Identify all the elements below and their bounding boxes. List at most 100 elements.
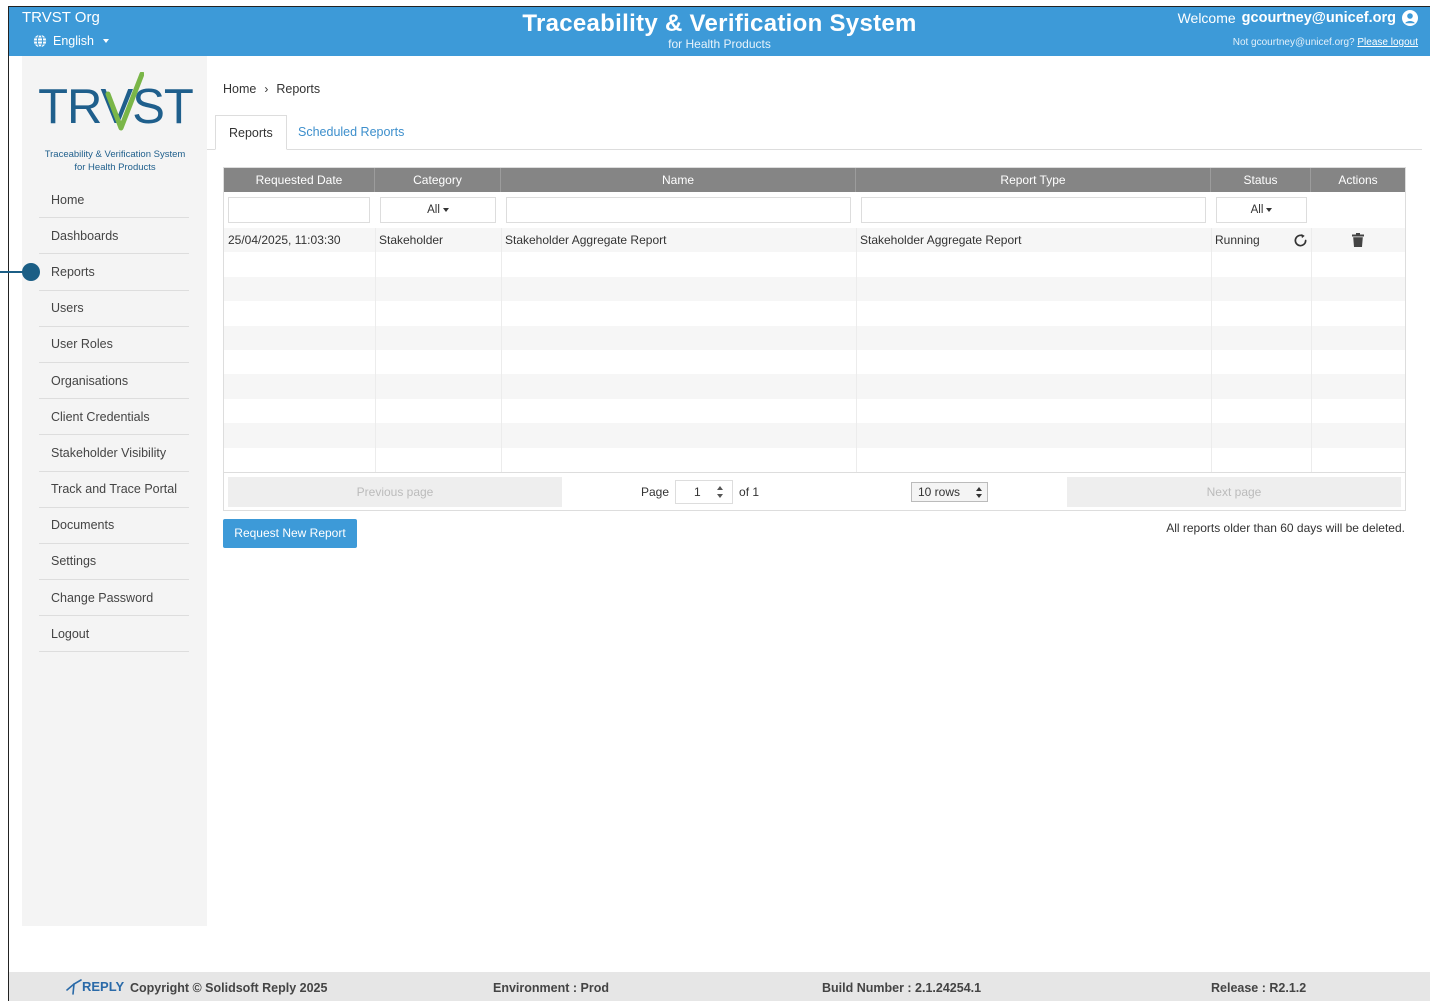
report-tabs: Reports Scheduled Reports: [207, 115, 1422, 150]
sidebar-item-dashboards[interactable]: Dashboards: [39, 218, 189, 255]
sidebar-item-track-and-trace-portal[interactable]: Track and Trace Portal: [39, 472, 189, 508]
trash-icon[interactable]: [1352, 233, 1364, 247]
spinner-arrows-icon[interactable]: [717, 486, 724, 498]
user-circle-icon[interactable]: [1402, 10, 1418, 26]
page-total: of 1: [739, 485, 760, 499]
column-divider: [501, 228, 502, 472]
column-header-category[interactable]: Category: [375, 168, 501, 192]
sidebar: TRVST Traceability & Verification System…: [22, 56, 207, 926]
sidebar-nav: Home Dashboards Reports Users User Roles…: [39, 182, 189, 653]
table-row-empty: [224, 374, 1405, 399]
not-user-text: Not gcourtney@unicef.org?: [1232, 37, 1355, 48]
not-user-notice: Not gcourtney@unicef.org? Please logout: [1233, 37, 1418, 48]
table-header: Requested Date Category Name Report Type…: [224, 168, 1405, 192]
logo-subtitle: Traceability & Verification System for H…: [30, 148, 200, 174]
page-number-input[interactable]: 1: [675, 480, 734, 504]
footer-release: Release : R2.1.2: [1211, 981, 1307, 995]
annotation-pointer-line: [0, 271, 24, 273]
please-logout-link[interactable]: Please logout: [1357, 37, 1418, 48]
top-header: TRVST Org English Traceability & Verific…: [9, 7, 1430, 56]
requested-date-filter-input[interactable]: [228, 197, 370, 223]
sidebar-item-settings[interactable]: Settings: [39, 544, 189, 581]
page-number-value: 1: [694, 485, 701, 499]
breadcrumb-current: Reports: [276, 82, 321, 96]
column-divider: [375, 228, 376, 472]
trvst-logo: TRVST Traceability & Verification System…: [38, 70, 194, 173]
status-filter-value: All: [1250, 204, 1264, 216]
category-filter-value: All: [427, 204, 440, 216]
pagination: Previous page Page 1 of 1 10 rows Next p…: [224, 472, 1405, 510]
previous-page-button[interactable]: Previous page: [228, 477, 562, 507]
reply-logo: REPLY: [66, 978, 128, 998]
report-type-filter-input[interactable]: [861, 197, 1206, 223]
sidebar-item-logout[interactable]: Logout: [39, 616, 189, 653]
status-filter-select[interactable]: All: [1216, 197, 1307, 223]
breadcrumb-home[interactable]: Home: [223, 82, 256, 96]
app-subtitle: for Health Products: [668, 37, 771, 51]
footer-copyright: Copyright © Solidsoft Reply 2025: [130, 981, 328, 995]
cell-report-type: Stakeholder Aggregate Report: [860, 233, 1022, 247]
tab-scheduled-reports[interactable]: Scheduled Reports: [285, 115, 417, 150]
chevron-right-icon: ›: [264, 82, 269, 96]
table-row-empty: [224, 350, 1405, 375]
retention-notice: All reports older than 60 days will be d…: [1166, 521, 1405, 535]
table-row-empty: [224, 276, 1405, 302]
footer-environment: Environment : Prod: [493, 981, 609, 995]
welcome-prefix: Welcome: [1177, 10, 1236, 26]
annotation-pointer-dot: [22, 263, 40, 281]
reply-logo-text: REPLY: [82, 979, 125, 994]
cell-category: Stakeholder: [379, 233, 444, 247]
table-body: 25/04/2025, 11:03:30 Stakeholder Stakeho…: [224, 228, 1405, 472]
cell-status: Running: [1215, 233, 1260, 247]
footer-build-number: Build Number : 2.1.24254.1: [822, 981, 982, 995]
rows-per-page-select[interactable]: 10 rows: [911, 482, 988, 502]
column-divider: [1211, 228, 1212, 472]
username: gcourtney@unicef.org: [1241, 10, 1396, 26]
sidebar-item-home[interactable]: Home: [39, 182, 189, 219]
rows-per-page-value: 10 rows: [918, 485, 961, 499]
request-new-report-button[interactable]: Request New Report: [223, 519, 357, 548]
welcome-block: Welcome gcourtney@unicef.org: [1178, 10, 1418, 26]
logo-subtitle-line2: for Health Products: [74, 162, 156, 173]
logo-subtitle-line1: Traceability & Verification System: [44, 149, 186, 160]
reports-table: Requested Date Category Name Report Type…: [223, 167, 1406, 511]
cell-requested-date: 25/04/2025, 11:03:30: [228, 233, 341, 247]
column-header-actions: Actions: [1338, 173, 1378, 187]
name-filter-input[interactable]: [506, 197, 851, 223]
column-header-status[interactable]: Status: [1211, 168, 1311, 192]
column-header-requested-date[interactable]: Requested Date: [224, 168, 375, 192]
frame-left-border: [8, 6, 9, 1001]
checkmark-logo-icon: [105, 72, 144, 131]
select-arrows-icon: [976, 487, 982, 498]
sidebar-item-documents[interactable]: Documents: [39, 508, 189, 544]
sidebar-item-client-credentials[interactable]: Client Credentials: [39, 399, 189, 436]
sidebar-item-stakeholder-visibility[interactable]: Stakeholder Visibility: [39, 435, 189, 472]
sidebar-item-users[interactable]: Users: [39, 291, 189, 327]
column-divider: [1311, 228, 1312, 472]
category-filter-select[interactable]: All: [380, 197, 496, 223]
sidebar-item-change-password[interactable]: Change Password: [39, 580, 189, 617]
filter-row: All All: [224, 192, 1405, 228]
column-header-report-type[interactable]: Report Type: [856, 168, 1211, 192]
page-label: Page: [641, 485, 670, 499]
tab-reports[interactable]: Reports: [215, 115, 287, 150]
footer: REPLY Copyright © Solidsoft Reply 2025 E…: [9, 972, 1430, 1001]
sidebar-item-user-roles[interactable]: User Roles: [39, 327, 189, 363]
next-page-button[interactable]: Next page: [1067, 477, 1401, 507]
caret-down-icon: [1266, 207, 1273, 212]
table-row-empty: [224, 252, 1405, 277]
column-divider: [856, 228, 857, 472]
page-indicator: Page 1 of 1: [641, 477, 759, 507]
column-header-name[interactable]: Name: [501, 168, 856, 192]
table-row-empty: [224, 447, 1405, 472]
refresh-icon[interactable]: [1293, 233, 1308, 248]
sidebar-item-organisations[interactable]: Organisations: [39, 363, 189, 400]
sidebar-item-reports[interactable]: Reports: [39, 254, 189, 291]
breadcrumb: Home › Reports: [223, 82, 320, 96]
table-row[interactable]: 25/04/2025, 11:03:30 Stakeholder Stakeho…: [224, 228, 1405, 253]
table-row-empty: [224, 325, 1405, 350]
table-row-empty: [224, 423, 1405, 448]
caret-down-icon: [442, 207, 449, 212]
table-row-empty: [224, 301, 1405, 326]
table-row-empty: [224, 398, 1405, 424]
